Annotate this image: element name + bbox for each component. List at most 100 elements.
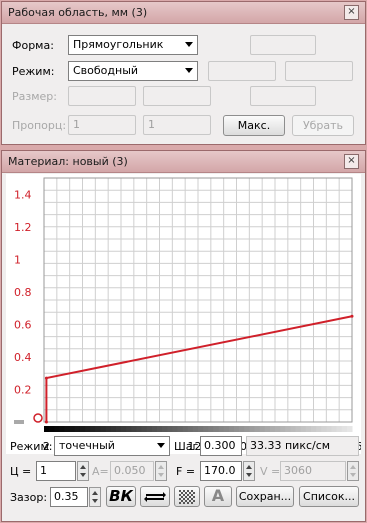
size-field-top (250, 35, 316, 55)
save-button[interactable]: Сохран... (236, 486, 294, 507)
c-label: Ц = (10, 465, 32, 478)
checker-icon (179, 490, 195, 504)
gradient-cell (187, 426, 194, 432)
size-width-field (68, 86, 136, 106)
checker-cell (183, 494, 185, 496)
size-field-left (208, 61, 276, 81)
v-label: V = (260, 465, 281, 478)
list-button[interactable]: Список... (299, 486, 359, 507)
gap-input[interactable]: 0.35 (50, 487, 88, 507)
material-mode-value: точечный (59, 439, 115, 452)
mode-select[interactable]: Свободный (68, 61, 198, 81)
curve-point (44, 420, 48, 424)
gradient-cell (208, 426, 214, 432)
form-select[interactable]: Прямоугольник (68, 35, 198, 55)
checker-cell (179, 498, 181, 500)
checker-cell (179, 502, 181, 504)
max-button[interactable]: Макс. (223, 115, 285, 136)
gradient-cell (228, 426, 235, 432)
checker-cell (191, 498, 193, 500)
f-input[interactable]: 170.0 (200, 461, 242, 481)
step-input[interactable]: 0.300 (200, 436, 242, 456)
gradient-cell (121, 426, 127, 432)
up-arrow-icon (350, 465, 356, 469)
gradient-cell (280, 426, 286, 432)
gradient-cell (269, 426, 276, 432)
gap-label: Зазор: (10, 491, 48, 504)
up-arrow-icon (92, 491, 98, 495)
gradient-cell (213, 426, 220, 432)
checker-cell (191, 502, 193, 504)
workspace-titlebar: Рабочая область, мм (3) × (2, 2, 365, 24)
text-mode-button[interactable]: A (204, 486, 232, 507)
gradient-cell (305, 426, 312, 432)
gradient-cell (54, 426, 60, 432)
double-arrow-icon (144, 492, 166, 502)
gradient-cell (162, 426, 168, 432)
checker-cell (181, 492, 183, 494)
close-icon[interactable]: × (344, 5, 359, 20)
size-height-field (143, 86, 211, 106)
gradient-cell (310, 426, 317, 432)
checker-cell (183, 502, 185, 504)
y-tick-label: 0.4 (14, 351, 32, 364)
checker-cell (181, 500, 183, 502)
gradient-cell (156, 426, 163, 432)
gradient-cell (346, 426, 353, 432)
y-tick-label: 1.2 (14, 221, 32, 234)
v-input: 3060 (280, 461, 346, 481)
gradient-cell (249, 426, 255, 432)
mode-select-value: Свободный (73, 64, 139, 77)
up-arrow-icon (246, 465, 252, 469)
chevron-down-icon (185, 68, 193, 73)
y-tick-label: 0.8 (14, 286, 32, 299)
gradient-cell (254, 426, 261, 432)
gradient-cell (264, 426, 271, 432)
raster-pattern-button[interactable] (174, 486, 200, 507)
gradient-cell (146, 426, 153, 432)
c-input[interactable]: 1 (36, 461, 76, 481)
f-stepper[interactable] (243, 461, 255, 481)
gradient-cell (110, 426, 117, 432)
size-field-right (285, 61, 353, 81)
y-tick-label: 0.6 (14, 318, 32, 331)
checker-cell (187, 494, 189, 496)
checker-cell (191, 494, 193, 496)
gap-stepper[interactable] (89, 487, 101, 507)
chart-grid (43, 177, 353, 423)
power-curve-chart[interactable]: 1.41.210.80.60.40.2 23264961281601922242… (6, 174, 361, 454)
form-select-value: Прямоугольник (73, 38, 164, 51)
curve-point (350, 314, 354, 318)
chevron-down-icon (185, 42, 193, 47)
gradient-cell (192, 426, 199, 432)
material-mode-select[interactable]: точечный (54, 436, 170, 456)
gradient-cell (115, 426, 122, 432)
gradient-cell (167, 426, 173, 432)
material-titlebar: Материал: новый (3) × (2, 151, 365, 173)
checker-cell (189, 500, 191, 502)
material-mode-label: Режим: (10, 440, 53, 453)
gradient-cell (341, 426, 348, 432)
vk-button[interactable]: ВК (106, 486, 136, 507)
a-stepper[interactable] (155, 461, 167, 481)
proportion-a-field: 1 (68, 115, 136, 135)
checker-cell (181, 496, 183, 498)
gradient-cell (85, 426, 91, 432)
y-tick-label: 1 (14, 253, 21, 266)
c-stepper[interactable] (77, 461, 89, 481)
gradient-cell (321, 426, 327, 432)
gradient-cell (316, 426, 322, 432)
checker-cell (185, 496, 187, 498)
remove-button[interactable]: Убрать (292, 115, 354, 136)
gradient-cell (79, 426, 86, 432)
y-tick-label: 1.4 (14, 188, 32, 201)
checker-cell (183, 490, 185, 492)
gradient-cell (95, 426, 101, 432)
y-tick-label: 0.2 (14, 383, 32, 396)
gradient-cell (74, 426, 81, 432)
v-stepper[interactable] (347, 461, 359, 481)
direction-arrow-button[interactable] (140, 486, 170, 507)
curve-point (44, 376, 48, 380)
close-icon[interactable]: × (344, 154, 359, 169)
gradient-cell (244, 426, 250, 432)
